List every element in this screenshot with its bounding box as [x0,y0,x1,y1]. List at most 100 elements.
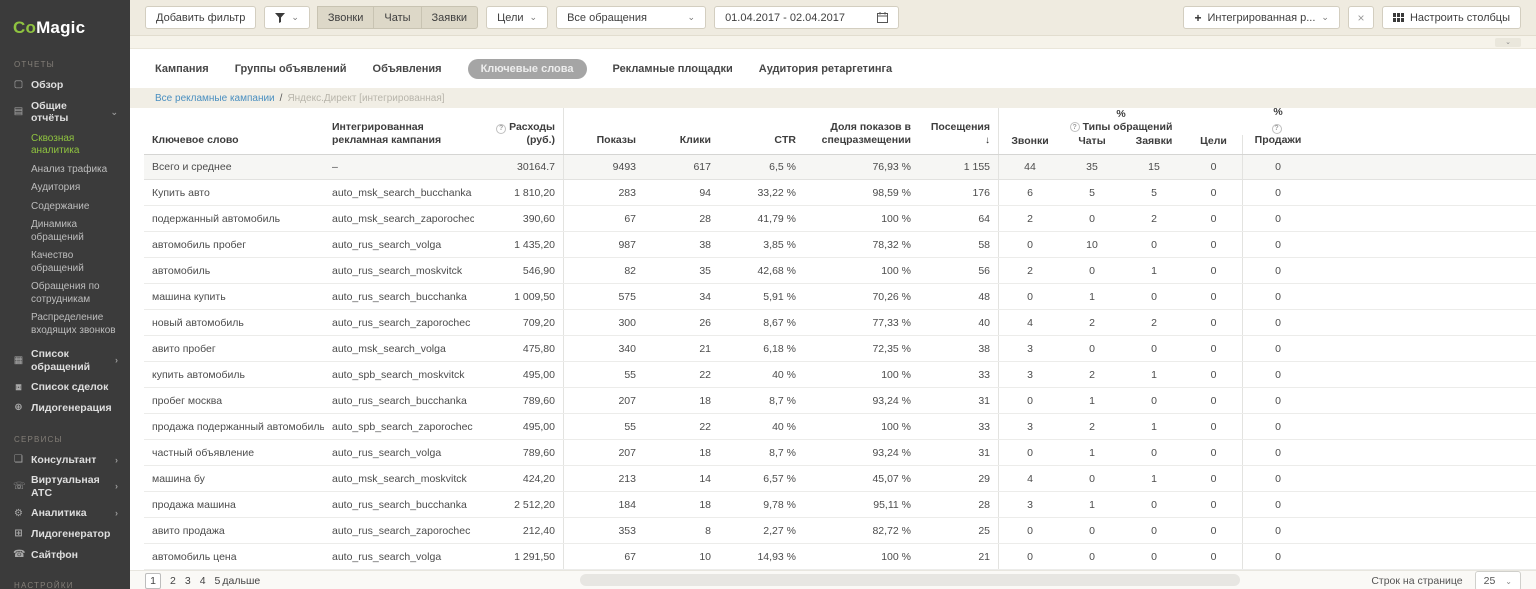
page-number-button[interactable]: 1 [145,573,161,589]
table-row[interactable]: частный объявление auto_rus_search_volga… [144,440,1536,466]
cell-visits: 21 [919,544,999,569]
column-header-shows[interactable]: Показы [564,108,644,154]
sidebar-item[interactable]: ▦ Список обращений › [0,344,130,377]
column-header-visits[interactable]: Посещения↓ [919,108,999,154]
cell-requests: 0 [1123,232,1185,257]
table-row[interactable]: продажа подержанный автомобиль auto_spb_… [144,414,1536,440]
cell-clicks: 18 [644,440,719,465]
cell-calls: 4 [999,310,1061,335]
overview-icon: ▢ [13,79,24,91]
sidebar-item[interactable]: ⧈ Список сделок [0,377,130,398]
submenu-item[interactable]: Качество обращений [0,247,130,278]
table-row[interactable]: пробег москва auto_rus_search_bucchanka … [144,388,1536,414]
appeals-filter-select[interactable]: Все обращения ⌄ [556,6,706,29]
date-range-value: 01.04.2017 - 02.04.2017 [725,12,845,24]
cell-shows: 575 [564,284,644,309]
table-row[interactable]: купить автомобиль auto_spb_search_moskvi… [144,362,1536,388]
table-row[interactable]: новый автомобиль auto_rus_search_zaporoc… [144,310,1536,336]
table-row[interactable]: подержанный автомобиль auto_msk_search_z… [144,206,1536,232]
integrated-campaign-button[interactable]: + Интегрированная р... ⌄ [1183,6,1340,29]
table-row[interactable]: продажа машина auto_rus_search_bucchanka… [144,492,1536,518]
cell-sales: 0 [1243,180,1313,205]
cell-chats: 2 [1061,414,1123,439]
sidebar-item[interactable]: ❏ Консультант › [0,450,130,471]
main-content: Добавить фильтр ⌄ ЗвонкиЧатыЗаявки Цели … [130,0,1536,589]
table-row[interactable]: автомобиль auto_rus_search_moskvitck 546… [144,258,1536,284]
table-row[interactable]: автомобиль цена auto_rus_search_volga 1 … [144,544,1536,570]
cell-sales: 0 [1243,466,1313,491]
page-number-button[interactable]: 4 [200,575,206,587]
column-header-requests[interactable]: Заявки [1123,135,1185,154]
cell-expenses: 1 435,20 [474,232,564,257]
cell-calls: 2 [999,258,1061,283]
submenu-item[interactable]: Обращения по сотрудникам [0,278,130,309]
column-header-goals[interactable]: Цели [1185,135,1243,154]
cell-campaign: auto_rus_search_volga [324,232,474,257]
horizontal-scrollbar[interactable] [580,574,1240,586]
add-filter-button[interactable]: Добавить фильтр [145,6,256,29]
column-header-keyword[interactable]: Ключевое слово [144,108,324,154]
sidebar-item-icon: ⊞ [13,528,24,540]
tab[interactable]: Кампания [155,63,209,75]
column-header-campaign[interactable]: Интегрированная рекламная кампания [324,108,474,154]
submenu-item[interactable]: Динамика обращений [0,216,130,247]
table-row[interactable]: машина купить auto_rus_search_bucchanka … [144,284,1536,310]
date-range-picker[interactable]: 01.04.2017 - 02.04.2017 [714,6,899,29]
submenu-item[interactable]: Сквозная аналитика [0,130,130,161]
common-reports-icon: ▤ [13,106,24,118]
toggle-button[interactable]: Звонки [317,6,375,29]
sidebar-item-common-reports[interactable]: ▤ Общие отчёты ⌄ [0,96,130,129]
tab[interactable]: Ключевые слова [468,59,587,79]
table-row[interactable]: Всего и среднее – 30164.7 9493 617 6,5 %… [144,154,1536,180]
table-row[interactable]: автомобиль пробег auto_rus_search_volga … [144,232,1536,258]
submenu-item[interactable]: Аудитория [0,179,130,198]
cell-goals: 0 [1185,310,1243,335]
rows-per-page-select[interactable]: 25 ⌄ [1475,571,1521,589]
column-header-clicks[interactable]: Клики [644,108,719,154]
add-filter-label: Добавить фильтр [156,12,245,24]
submenu-item[interactable]: Содержание [0,198,130,217]
table-row[interactable]: авито пробег auto_msk_search_volga 475,8… [144,336,1536,362]
close-button[interactable]: × [1348,6,1374,29]
sidebar-item[interactable]: ⊕ Лидогенерация [0,398,130,419]
column-header-ctr[interactable]: CTR [719,108,804,154]
funnel-filter-button[interactable]: ⌄ [264,6,310,29]
submenu-item[interactable]: Распределение входящих звонков [0,309,130,340]
table-row[interactable]: машина бу auto_msk_search_moskvitck 424,… [144,466,1536,492]
page-number-button[interactable]: 3 [185,575,191,587]
sidebar-item[interactable]: ⊞ Лидогенератор [0,524,130,545]
sidebar-item-overview[interactable]: ▢ Обзор [0,75,130,96]
column-header-sales[interactable]: % ?Продажи [1243,108,1313,154]
cell-ctr: 6,57 % [719,466,804,491]
sidebar-item[interactable]: ☎ Сайтфон [0,545,130,566]
page-number-button[interactable]: 2 [170,575,176,587]
chevron-down-icon: ⌄ [688,12,696,23]
column-header-expenses[interactable]: ?Расходы (руб.) [474,108,564,154]
sidebar-item[interactable]: ⚙ Аналитика › [0,503,130,524]
cell-requests: 0 [1123,388,1185,413]
column-header-calls[interactable]: Звонки [999,135,1061,154]
submenu-item[interactable]: Анализ трафика [0,161,130,180]
cell-requests: 1 [1123,362,1185,387]
comagic-logo[interactable]: CoMagic [0,12,130,52]
table-row[interactable]: авито продажа auto_rus_search_zaporochec… [144,518,1536,544]
tab[interactable]: Объявления [373,63,442,75]
sidebar-item-icon: ❏ [13,454,24,466]
toggle-button[interactable]: Заявки [421,6,479,29]
column-header-premium-share[interactable]: Доля показов в спецразмещении [804,108,919,154]
page-number-button[interactable]: 5 [215,575,221,587]
tab[interactable]: Аудитория ретаргетинга [759,63,892,75]
toggle-button[interactable]: Чаты [373,6,421,29]
breadcrumb-link-all-campaigns[interactable]: Все рекламные кампании [155,93,275,104]
configure-columns-button[interactable]: Настроить столбцы [1382,6,1521,29]
appeal-types-subcolumns: Звонки Чаты Заявки Цели [999,135,1243,154]
column-header-chats[interactable]: Чаты [1061,135,1123,154]
sidebar-item[interactable]: ☏ Виртуальная АТС › [0,470,130,503]
tab[interactable]: Рекламные площадки [613,63,733,75]
tab[interactable]: Группы объявлений [235,63,347,75]
next-page-link[interactable]: дальше [222,575,260,587]
filter-toolbar: Добавить фильтр ⌄ ЗвонкиЧатыЗаявки Цели … [130,0,1536,36]
goals-button[interactable]: Цели ⌄ [486,6,548,29]
table-row[interactable]: Купить авто auto_msk_search_bucchanka 1 … [144,180,1536,206]
collapse-toolbar-button[interactable]: ⌄ [1495,38,1521,47]
